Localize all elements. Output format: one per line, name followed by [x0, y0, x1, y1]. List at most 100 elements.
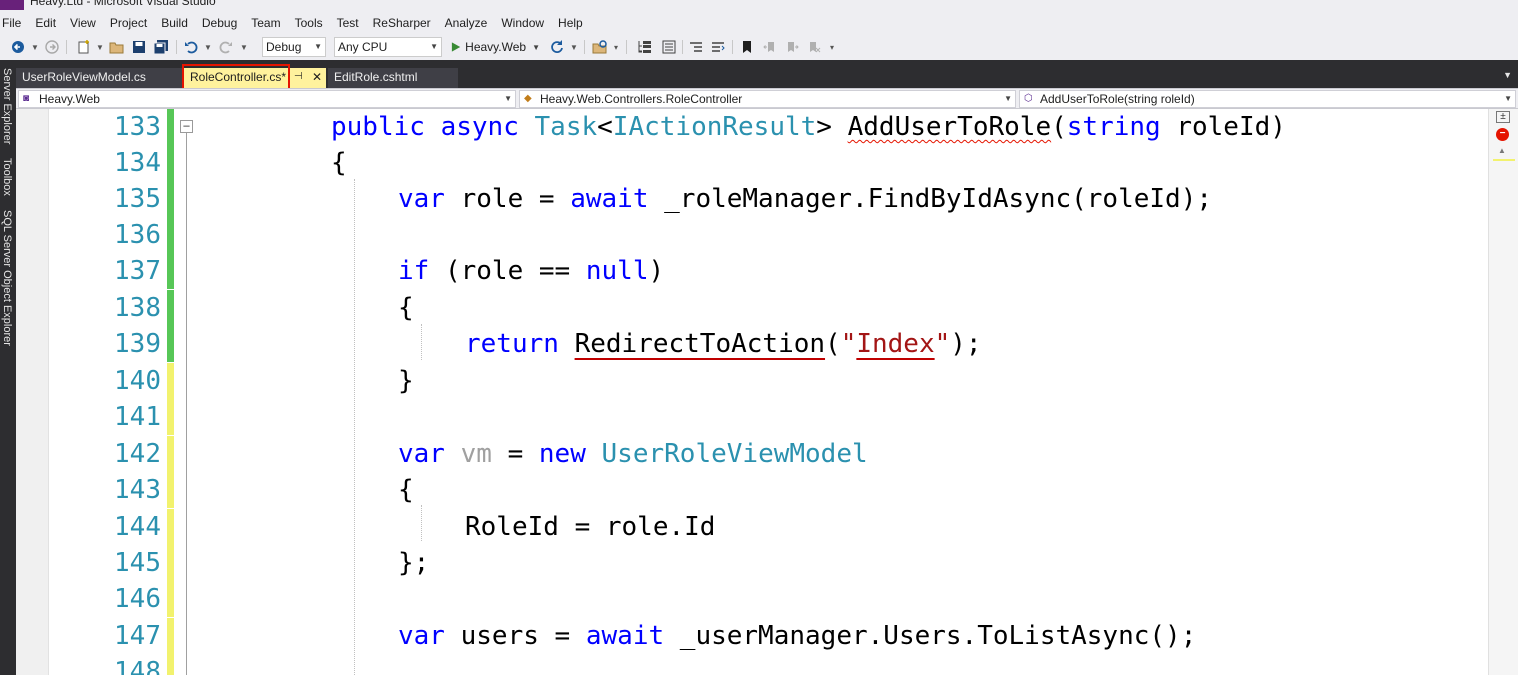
type-select[interactable]: ◆ Heavy.Web.Controllers.RoleController ▼: [519, 90, 1016, 108]
line-number: 147: [114, 621, 161, 651]
code-text: RoleId = role.Id: [465, 512, 716, 542]
menu-tools[interactable]: Tools: [288, 12, 330, 34]
solution-explorer-icon[interactable]: [636, 38, 654, 56]
line-number: 141: [114, 402, 161, 432]
code-text: {: [331, 148, 347, 178]
pin-tab-icon[interactable]: ⊣: [294, 68, 303, 86]
menu-bar: File Edit View Project Build Debug Team …: [0, 12, 1518, 34]
change-marker-unsaved: [167, 363, 174, 399]
code-line: 137 if (role == null): [16, 253, 1486, 289]
change-marker-unsaved: [167, 436, 174, 472]
chevron-down-icon: ▼: [1004, 94, 1012, 103]
undo-icon[interactable]: [183, 38, 199, 56]
solution-configuration-select[interactable]: Debug ▼: [262, 37, 326, 57]
line-number: 137: [114, 256, 161, 286]
menu-analyze[interactable]: Analyze: [438, 12, 495, 34]
code-line: 134 {: [16, 145, 1486, 181]
tab-editrole[interactable]: EditRole.cshtml: [328, 68, 458, 88]
menu-team[interactable]: Team: [244, 12, 287, 34]
tab-label: EditRole.cshtml: [334, 70, 418, 84]
solution-configuration-value: Debug: [266, 40, 302, 54]
project-value: Heavy.Web: [39, 92, 100, 106]
open-folder-icon[interactable]: [108, 38, 126, 56]
line-number: 146: [114, 584, 161, 614]
toolbar-overflow-icon[interactable]: ▾: [612, 38, 620, 56]
tab-userroleviewmodel[interactable]: UserRoleViewModel.cs: [16, 68, 182, 88]
line-number: 145: [114, 548, 161, 578]
toolbox-tab[interactable]: Toolbox: [1, 158, 13, 196]
previous-bookmark-icon[interactable]: [762, 38, 778, 56]
next-bookmark-icon[interactable]: [784, 38, 800, 56]
tab-label: UserRoleViewModel.cs: [22, 70, 146, 84]
code-text: if (role == null): [398, 256, 665, 286]
refresh-dropdown-icon[interactable]: ▼: [570, 38, 578, 56]
code-text: var vm = new UserRoleViewModel: [398, 439, 868, 469]
save-all-icon[interactable]: [152, 38, 170, 56]
bookmark-icon[interactable]: [740, 38, 754, 56]
menu-project[interactable]: Project: [103, 12, 154, 34]
new-project-icon[interactable]: [75, 38, 93, 56]
scroll-up-icon[interactable]: ▲: [1498, 146, 1506, 155]
navigation-bar: ◙ Heavy.Web ▼ ◆ Heavy.Web.Controllers.Ro…: [16, 88, 1518, 109]
change-marker-saved: [167, 181, 174, 217]
sql-server-object-explorer-tab[interactable]: SQL Server Object Explorer: [1, 210, 13, 346]
code-line: 140 }: [16, 363, 1486, 399]
change-marker-unsaved: [167, 545, 174, 581]
chevron-down-icon: ▼: [504, 94, 512, 103]
change-marker-saved: [167, 145, 174, 181]
line-number: 133: [114, 112, 161, 142]
tab-list-dropdown-icon[interactable]: ▼: [1503, 70, 1512, 80]
menu-file[interactable]: File: [0, 12, 28, 34]
line-number: 144: [114, 512, 161, 542]
error-indicator-icon[interactable]: −: [1496, 128, 1509, 141]
menu-debug[interactable]: Debug: [195, 12, 244, 34]
play-icon: [451, 42, 461, 52]
index-string-error: Index: [856, 329, 935, 359]
solution-platform-select[interactable]: Any CPU ▼: [334, 37, 442, 57]
menu-view[interactable]: View: [63, 12, 103, 34]
code-editor[interactable]: − 133 public async Task<IActionResult> A…: [16, 109, 1518, 675]
clear-bookmarks-icon[interactable]: [806, 38, 822, 56]
new-project-dropdown-icon[interactable]: ▼: [96, 38, 104, 56]
vertical-scrollbar[interactable]: ± − ▲: [1488, 109, 1518, 675]
find-in-files-icon[interactable]: [591, 38, 609, 56]
back-dropdown-icon[interactable]: ▼: [31, 38, 39, 56]
code-line: 136: [16, 217, 1486, 253]
left-tool-strip: Server Explorer Toolbox SQL Server Objec…: [0, 60, 16, 675]
start-debugging-button[interactable]: Heavy.Web ▼: [450, 38, 540, 56]
menu-edit[interactable]: Edit: [28, 12, 63, 34]
toolbar-options-icon[interactable]: ▾: [828, 38, 836, 56]
undo-dropdown-icon[interactable]: ▼: [204, 38, 212, 56]
server-explorer-tab[interactable]: Server Explorer: [1, 68, 13, 144]
method-icon: ⬡: [1024, 93, 1033, 104]
menu-resharper[interactable]: ReSharper: [366, 12, 438, 34]
menu-help[interactable]: Help: [551, 12, 590, 34]
navigate-back-icon[interactable]: [10, 38, 26, 56]
chevron-down-icon: ▼: [1504, 94, 1512, 103]
solution-platform-value: Any CPU: [338, 40, 388, 54]
code-line: 135 var role = await _roleManager.FindBy…: [16, 181, 1486, 217]
properties-icon[interactable]: [660, 38, 678, 56]
code-line: 144 RoleId = role.Id: [16, 509, 1486, 545]
change-marker-saved: [167, 217, 174, 253]
menu-window[interactable]: Window: [494, 12, 551, 34]
navigate-forward-icon[interactable]: [44, 38, 60, 56]
code-line: 139 return RedirectToAction("Index");: [16, 326, 1486, 362]
line-number: 139: [114, 329, 161, 359]
project-select[interactable]: ◙ Heavy.Web ▼: [18, 90, 516, 108]
menu-build[interactable]: Build: [154, 12, 195, 34]
code-line: 133 public async Task<IActionResult> Add…: [16, 109, 1486, 145]
uncomment-lines-icon[interactable]: [710, 38, 726, 56]
code-line: 143 {: [16, 472, 1486, 508]
line-number: 142: [114, 439, 161, 469]
redo-icon[interactable]: [218, 38, 234, 56]
comment-lines-icon[interactable]: [688, 38, 704, 56]
refresh-icon[interactable]: [549, 38, 565, 56]
menu-test[interactable]: Test: [330, 12, 366, 34]
save-icon[interactable]: [131, 38, 147, 56]
member-select[interactable]: ⬡ AddUserToRole(string roleId) ▼: [1019, 90, 1516, 108]
redo-dropdown-icon[interactable]: ▼: [240, 38, 248, 56]
code-line: 148: [16, 654, 1486, 675]
split-window-icon[interactable]: ±: [1496, 111, 1510, 123]
close-tab-icon[interactable]: ✕: [312, 68, 322, 86]
